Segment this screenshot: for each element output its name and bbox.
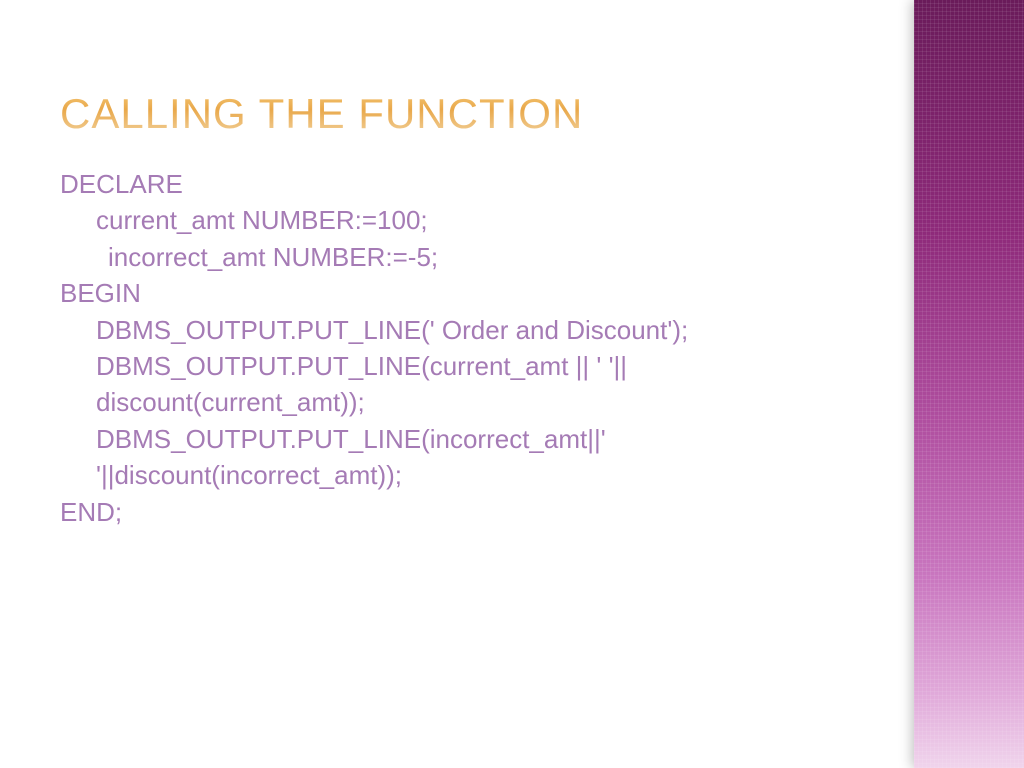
side-decoration (914, 0, 1024, 768)
code-line-output-1: DBMS_OUTPUT.PUT_LINE(' Order and Discoun… (60, 312, 880, 348)
code-line-current-amt: current_amt NUMBER:=100; (60, 202, 880, 238)
code-line-begin: BEGIN (60, 275, 880, 311)
code-line-output-2: DBMS_OUTPUT.PUT_LINE(current_amt || ' '|… (60, 348, 880, 421)
code-line-output-3: DBMS_OUTPUT.PUT_LINE(incorrect_amt||' '|… (60, 421, 880, 494)
slide-title: Calling the function (60, 90, 964, 138)
code-line-incorrect-amt: incorrect_amt NUMBER:=-5; (60, 239, 880, 275)
code-line-declare: DECLARE (60, 166, 880, 202)
slide-content: Calling the function DECLARE current_amt… (0, 0, 1024, 768)
code-block: DECLARE current_amt NUMBER:=100; incorre… (60, 166, 880, 530)
code-line-end: END; (60, 494, 880, 530)
